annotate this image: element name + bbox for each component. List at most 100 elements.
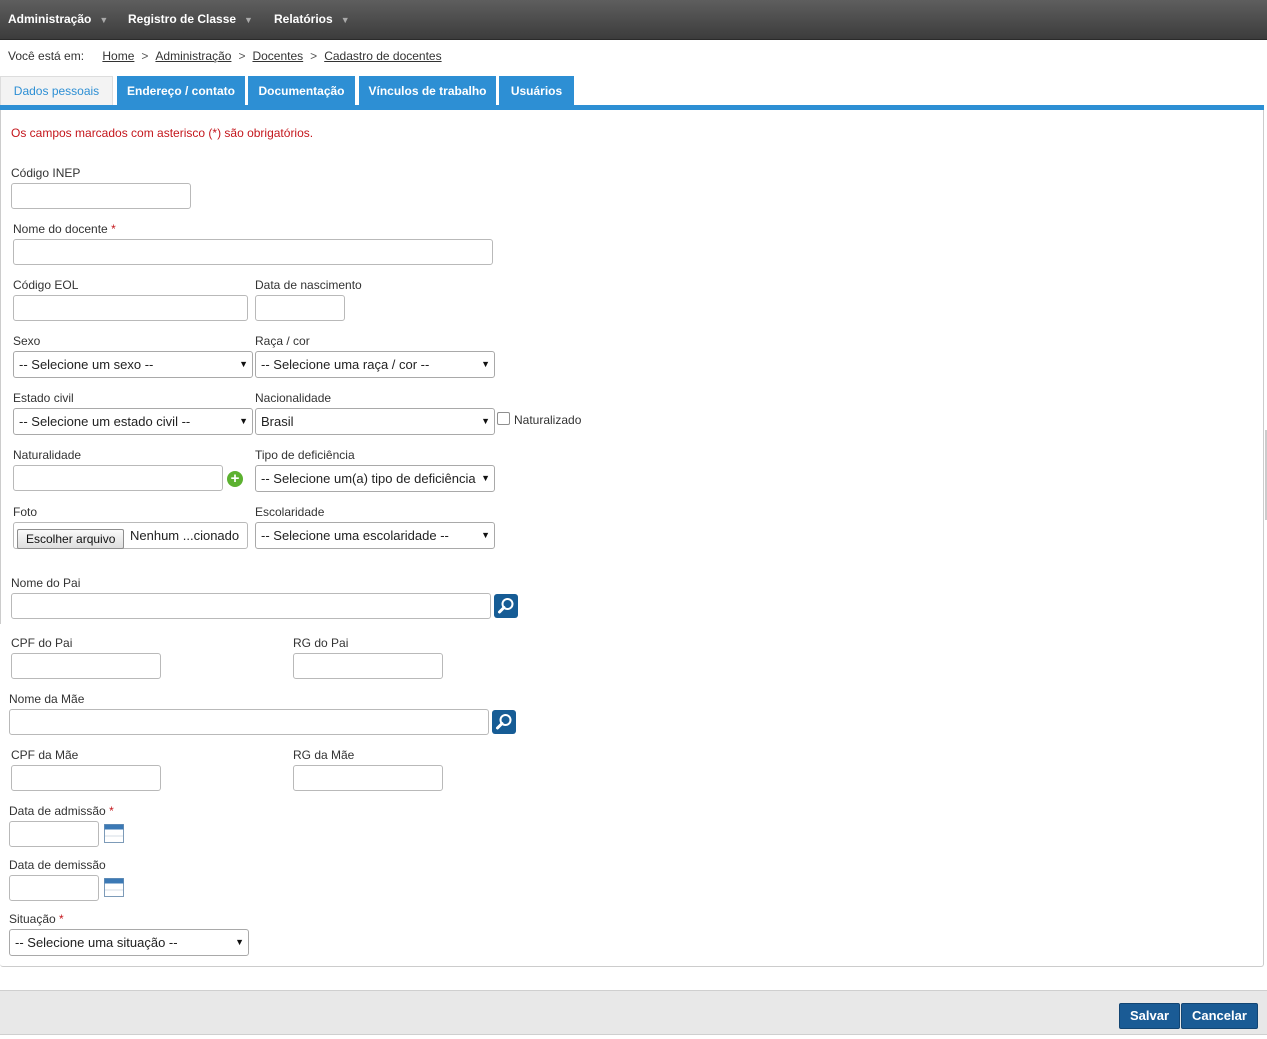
- field-label-text: Nome do docente: [13, 222, 108, 236]
- nacionalidade-label: Nacionalidade: [255, 391, 332, 405]
- caret-down-icon: ▼: [99, 14, 109, 25]
- nacionalidade-select[interactable]: Brasil ▼: [255, 408, 495, 435]
- naturalidade-label: Naturalidade: [13, 448, 82, 462]
- menu-label: Registro de Classe: [128, 12, 237, 26]
- raca-cor-label: Raça / cor: [255, 334, 310, 348]
- caret-down-icon: ▼: [481, 359, 490, 369]
- add-plus-icon[interactable]: +: [227, 471, 243, 487]
- nome-mae-label: Nome da Mãe: [9, 692, 85, 706]
- nome-pai-input[interactable]: [11, 593, 491, 619]
- rg-pai-input[interactable]: [293, 653, 443, 679]
- calendar-icon: [104, 878, 124, 897]
- rg-pai-label: RG do Pai: [293, 636, 349, 650]
- tipo-deficiencia-label: Tipo de deficiência: [255, 448, 355, 462]
- caret-down-icon: ▼: [239, 416, 248, 426]
- menu-registro-de-classe[interactable]: Registro de Classe ▼: [128, 12, 253, 26]
- breadcrumb-administracao[interactable]: Administração: [155, 49, 231, 63]
- top-menu-bar: Administração ▼ Registro de Classe ▼ Relat…: [0, 0, 1267, 40]
- naturalizado-checkbox[interactable]: [497, 412, 510, 425]
- nome-docente-label: Nome do docente *: [13, 222, 116, 236]
- sexo-label: Sexo: [13, 334, 41, 348]
- caret-down-icon: ▼: [478, 466, 490, 491]
- nome-docente-input[interactable]: [13, 239, 493, 265]
- panel-border: [0, 110, 1, 624]
- raca-cor-select[interactable]: -- Selecione uma raça / cor -- ▼: [255, 351, 495, 378]
- required-fields-notice: Os campos marcados com asterisco (*) são…: [11, 126, 314, 140]
- rg-mae-input[interactable]: [293, 765, 443, 791]
- breadcrumb-separator: >: [238, 49, 246, 63]
- file-status-text: Nenhum ...cionado: [130, 528, 240, 543]
- calendar-icon[interactable]: [104, 878, 124, 897]
- codigo-inep-label: Código INEP: [11, 166, 81, 180]
- nome-mae-input[interactable]: [9, 709, 489, 735]
- data-demissao-input[interactable]: [9, 875, 99, 901]
- menu-label: Relatórios: [274, 12, 333, 26]
- menu-administracao[interactable]: Administração ▼: [8, 12, 108, 26]
- tab-documentacao[interactable]: Documentação: [248, 76, 355, 106]
- data-nascimento-label: Data de nascimento: [255, 278, 362, 292]
- save-button[interactable]: Salvar: [1119, 1003, 1181, 1029]
- select-value: -- Selecione um estado civil --: [19, 414, 191, 429]
- required-asterisk: *: [59, 912, 64, 926]
- search-pai-button[interactable]: [494, 594, 518, 618]
- tab-vinculos-de-trabalho[interactable]: Vínculos de trabalho: [359, 76, 496, 106]
- select-value: -- Selecione uma raça / cor --: [261, 357, 430, 372]
- rg-mae-label: RG da Mãe: [293, 748, 355, 762]
- codigo-eol-label: Código EOL: [13, 278, 79, 292]
- caret-down-icon: ▼: [481, 530, 490, 540]
- breadcrumb: Você está em: Home > Administração > Docente…: [8, 49, 442, 63]
- required-asterisk: *: [109, 804, 114, 818]
- tipo-deficiencia-select[interactable]: -- Selecione um(a) tipo de deficiência -…: [255, 465, 495, 492]
- cpf-pai-input[interactable]: [11, 653, 161, 679]
- naturalizado-label: Naturalizado: [514, 413, 582, 427]
- search-mae-button[interactable]: [492, 710, 516, 734]
- data-nascimento-input[interactable]: [255, 295, 345, 321]
- breadcrumb-separator: >: [310, 49, 318, 63]
- data-demissao-label: Data de demissão: [9, 858, 106, 872]
- field-label-text: Situação: [9, 912, 56, 926]
- caret-down-icon: ▼: [235, 937, 244, 947]
- breadcrumb-lead: Você está em:: [8, 49, 85, 63]
- naturalidade-input[interactable]: [13, 465, 223, 491]
- tab-dados-pessoais[interactable]: Dados pessoais: [0, 76, 113, 107]
- select-value: -- Selecione uma escolaridade --: [261, 528, 449, 543]
- estado-civil-label: Estado civil: [13, 391, 74, 405]
- cpf-pai-label: CPF do Pai: [11, 636, 73, 650]
- breadcrumb-home[interactable]: Home: [102, 49, 134, 63]
- situacao-label: Situação *: [9, 912, 64, 926]
- breadcrumb-separator: >: [141, 49, 149, 63]
- select-value: -- Selecione uma situação --: [15, 935, 178, 950]
- breadcrumb-docentes[interactable]: Docentes: [252, 49, 303, 63]
- cpf-mae-input[interactable]: [11, 765, 161, 791]
- foto-label: Foto: [13, 505, 38, 519]
- situacao-select[interactable]: -- Selecione uma situação -- ▼: [9, 929, 249, 956]
- sexo-select[interactable]: -- Selecione um sexo -- ▼: [13, 351, 253, 378]
- escolaridade-label: Escolaridade: [255, 505, 325, 519]
- caret-down-icon: ▼: [481, 416, 490, 426]
- tab-usuarios[interactable]: Usuários: [499, 76, 574, 106]
- codigo-inep-input[interactable]: [11, 183, 191, 209]
- nome-pai-label: Nome do Pai: [11, 576, 81, 590]
- calendar-icon: [104, 824, 124, 843]
- data-admissao-label: Data de admissão *: [9, 804, 114, 818]
- select-value: -- Selecione um sexo --: [19, 357, 154, 372]
- magnifier-icon: [498, 598, 514, 614]
- menu-relatorios[interactable]: Relatórios ▼: [274, 12, 350, 26]
- cancel-button[interactable]: Cancelar: [1181, 1003, 1258, 1029]
- escolaridade-select[interactable]: -- Selecione uma escolaridade -- ▼: [255, 522, 495, 549]
- cpf-mae-label: CPF da Mãe: [11, 748, 79, 762]
- breadcrumb-cadastro-de-docentes[interactable]: Cadastro de docentes: [324, 49, 441, 63]
- caret-down-icon: ▼: [340, 14, 350, 25]
- field-label-text: Data de admissão: [9, 804, 106, 818]
- tab-endereco-contato[interactable]: Endereço / contato: [117, 76, 245, 106]
- select-value: -- Selecione um(a) tipo de deficiência -…: [261, 471, 488, 486]
- data-admissao-input[interactable]: [9, 821, 99, 847]
- magnifier-icon: [496, 714, 512, 730]
- action-bar: [0, 990, 1267, 1035]
- select-value: Brasil: [261, 414, 294, 429]
- estado-civil-select[interactable]: -- Selecione um estado civil -- ▼: [13, 408, 253, 435]
- caret-down-icon: ▼: [239, 359, 248, 369]
- codigo-eol-input[interactable]: [13, 295, 248, 321]
- choose-file-button[interactable]: Escolher arquivo: [17, 529, 125, 549]
- calendar-icon[interactable]: [104, 824, 124, 843]
